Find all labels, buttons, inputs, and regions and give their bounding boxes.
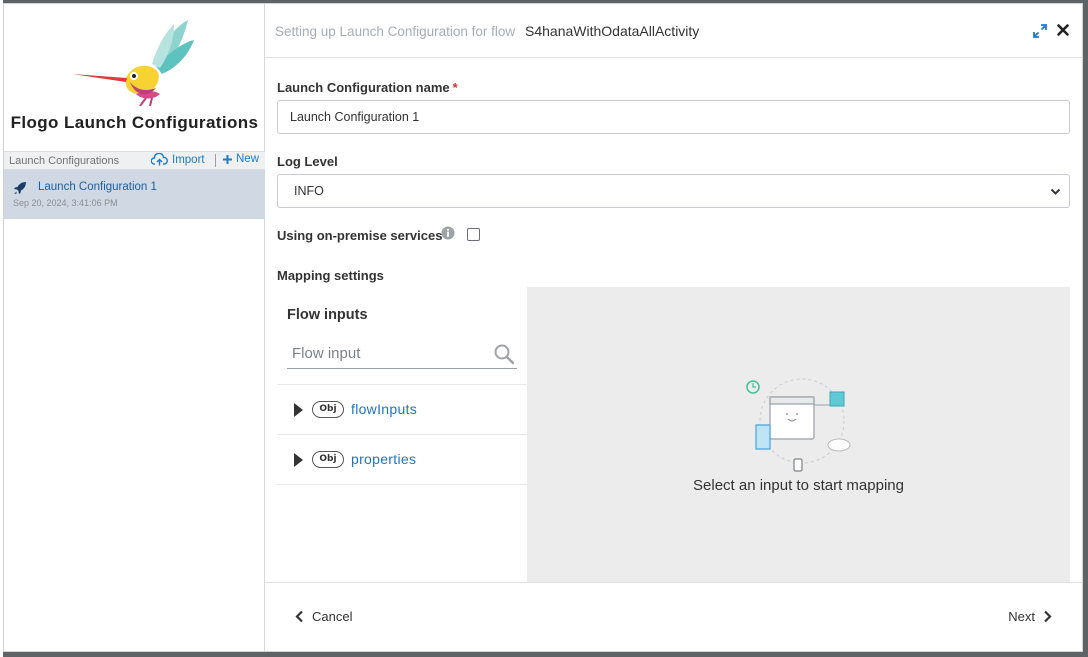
cancel-button[interactable]: Cancel — [295, 609, 352, 624]
import-button[interactable]: Import — [151, 153, 205, 166]
config-name-label-text: Launch Configuration name — [277, 80, 450, 95]
config-name-input[interactable] — [277, 100, 1070, 134]
sidebar: Flogo Launch Configurations Launch Confi… — [4, 4, 265, 651]
launch-config-item[interactable]: Launch Configuration 1 Sep 20, 2024, 3:4… — [4, 170, 265, 219]
chevron-down-icon — [1050, 188, 1061, 195]
header-prefix: Setting up Launch Configuration for flow — [275, 24, 516, 39]
mapper: Flow inputs Flow input Obj flowInputs Ob… — [277, 287, 1070, 582]
mapping-settings-label: Mapping settings — [277, 268, 384, 283]
expand-caret-icon[interactable] — [294, 403, 303, 417]
object-type-badge: Obj — [312, 451, 344, 468]
config-name-label: Launch Configuration name * — [277, 80, 458, 95]
flow-input-search[interactable]: Flow input — [287, 339, 517, 369]
onprem-label: Using on-premise services — [277, 228, 443, 243]
flow-inputs-title: Flow inputs — [287, 307, 368, 323]
object-type-badge: Obj — [312, 401, 344, 418]
expand-icon[interactable] — [1033, 24, 1047, 38]
flow-input-search-placeholder: Flow input — [292, 345, 361, 362]
header-divider — [215, 154, 216, 167]
mapping-empty-message: Select an input to start mapping — [693, 477, 904, 494]
log-level-value: INFO — [294, 184, 324, 198]
flogo-hummingbird-logo — [72, 20, 194, 106]
flow-name: S4hanaWithOdataAllActivity — [525, 23, 700, 39]
launch-config-dialog: Flogo Launch Configurations Launch Confi… — [3, 3, 1083, 652]
cloud-upload-icon — [151, 153, 168, 166]
dialog-header: Setting up Launch Configuration for flow… — [265, 4, 1082, 58]
rocket-icon — [14, 182, 26, 194]
next-label: Next — [1008, 609, 1035, 624]
mapping-area: Select an input to start mapping — [527, 287, 1070, 582]
tree-row-flowinputs[interactable]: Obj flowInputs — [277, 384, 527, 434]
import-label: Import — [172, 153, 205, 166]
onprem-checkbox[interactable] — [467, 228, 480, 241]
flow-inputs-panel: Flow inputs Flow input Obj flowInputs Ob… — [277, 287, 527, 582]
chevron-left-icon — [295, 610, 303, 623]
new-label: New — [236, 153, 260, 165]
new-button[interactable]: New — [222, 153, 259, 165]
cancel-label: Cancel — [312, 609, 353, 624]
log-level-label: Log Level — [277, 154, 338, 169]
dialog-footer: Cancel Next — [265, 582, 1082, 651]
tree-item-name: properties — [351, 451, 417, 467]
chevron-right-icon — [1044, 610, 1052, 623]
launch-config-name: Launch Configuration 1 — [38, 181, 157, 193]
expand-caret-icon[interactable] — [294, 453, 303, 467]
plus-icon — [223, 154, 232, 164]
info-icon[interactable] — [441, 226, 455, 240]
launch-config-date: Sep 20, 2024, 3:41:06 PM — [13, 198, 118, 208]
close-icon[interactable] — [1056, 23, 1070, 37]
sidebar-title: Flogo Launch Configurations — [10, 113, 259, 132]
main-panel: Setting up Launch Configuration for flow… — [265, 4, 1082, 651]
launch-config-list-header: Launch Configurations Import New — [4, 151, 265, 170]
required-mark: * — [452, 80, 458, 95]
tree-item-name: flowInputs — [351, 401, 418, 417]
log-level-select[interactable]: INFO — [277, 174, 1070, 208]
search-icon — [494, 344, 515, 365]
tree-row-properties[interactable]: Obj properties — [277, 434, 527, 484]
list-header-label: Launch Configurations — [9, 155, 120, 167]
next-button[interactable]: Next — [1008, 609, 1052, 624]
mapping-empty-illustration — [746, 378, 851, 472]
tree-divider — [277, 484, 527, 485]
